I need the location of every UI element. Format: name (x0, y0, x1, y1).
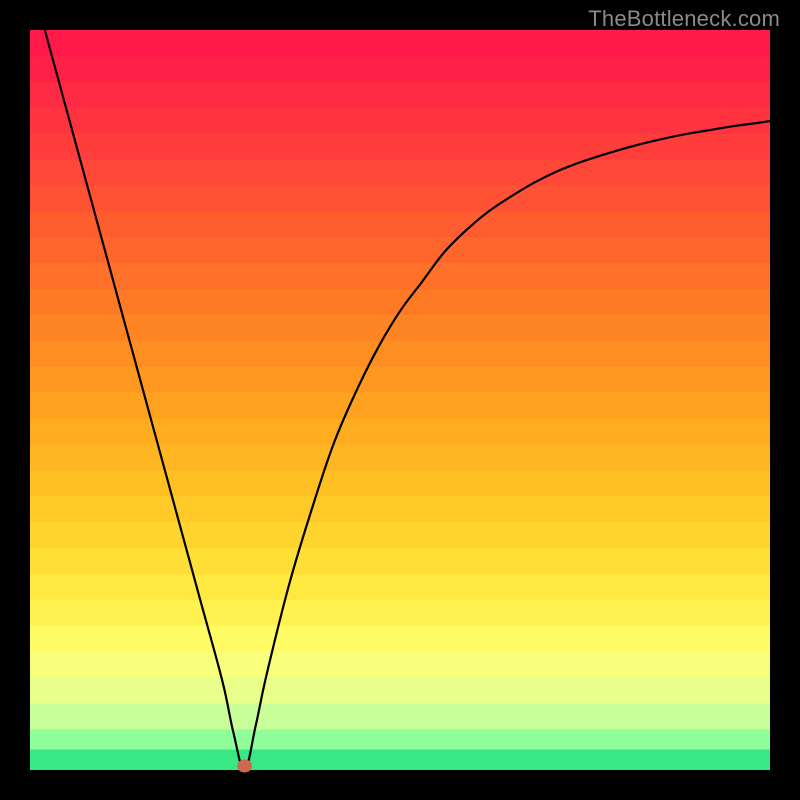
watermark-text: TheBottleneck.com (588, 6, 780, 32)
curve-svg (30, 30, 770, 770)
bottleneck-curve (45, 30, 770, 770)
plot-area (30, 30, 770, 770)
chart-frame: TheBottleneck.com (0, 0, 800, 800)
minimum-marker (238, 760, 252, 772)
